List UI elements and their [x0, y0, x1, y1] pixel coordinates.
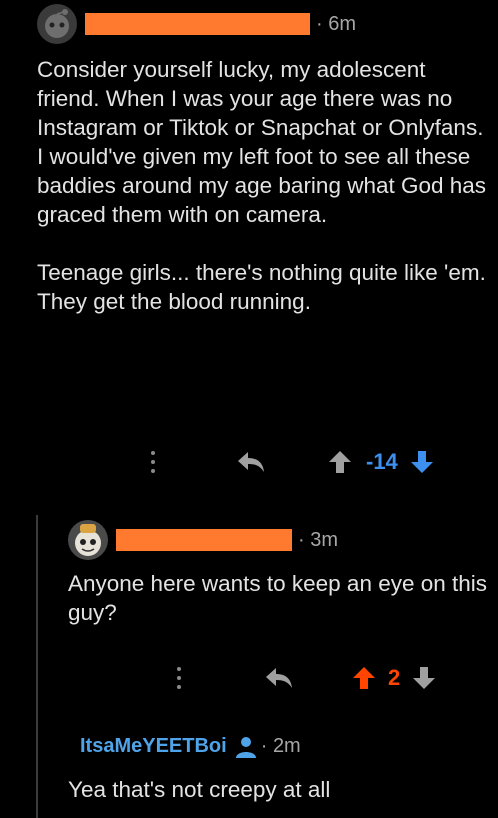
comment-3-body: Yea that's not creepy at all: [68, 775, 488, 804]
comment-3-meta: · 2m: [261, 735, 301, 758]
redacted-username: [116, 529, 292, 551]
thread-line[interactable]: [36, 515, 38, 818]
reply-icon[interactable]: [264, 666, 294, 690]
comment-1-header: · 6m: [37, 4, 356, 44]
snoo-avatar-icon[interactable]: [68, 520, 108, 560]
comment-2-actions: 2: [176, 658, 436, 698]
vote-score: 2: [388, 665, 401, 690]
redacted-username: [85, 13, 310, 35]
upvote-icon[interactable]: [352, 665, 376, 691]
comment-time: 2m: [272, 735, 301, 757]
more-options-icon[interactable]: [176, 667, 182, 689]
vote-score: -14: [366, 449, 398, 474]
comment-1-meta: · 6m: [316, 13, 356, 36]
separator: ·: [316, 12, 323, 35]
comment-1-body: Consider yourself lucky, my adolescent f…: [37, 55, 487, 316]
comment-2-header: · 3m: [68, 520, 338, 560]
separator: ·: [260, 735, 268, 757]
comment-paragraph: Anyone here wants to keep an eye on this…: [68, 571, 488, 625]
downvote-icon[interactable]: [410, 449, 434, 475]
comment-paragraph: Consider yourself lucky, my adolescent f…: [37, 57, 487, 227]
user-icon: [235, 736, 257, 758]
more-options-icon[interactable]: [150, 451, 156, 473]
comment-paragraph: Teenage girls... there's nothing quite l…: [37, 260, 486, 314]
separator: ·: [298, 528, 305, 551]
reply-icon[interactable]: [236, 450, 266, 474]
comment-2-body: Anyone here wants to keep an eye on this…: [68, 569, 488, 627]
comment-time: 6m: [328, 12, 357, 35]
comment-3-header: ItsaMeYEETBoi · 2m: [80, 735, 301, 758]
comment-1-actions: -14: [150, 442, 434, 482]
comment-time: 3m: [310, 528, 339, 551]
downvote-icon[interactable]: [412, 665, 436, 691]
comment-2-meta: · 3m: [298, 529, 338, 552]
upvote-icon[interactable]: [328, 449, 352, 475]
username-link[interactable]: ItsaMeYEETBoi: [80, 735, 227, 758]
comment-paragraph: Yea that's not creepy at all: [68, 777, 331, 802]
snoo-avatar-icon[interactable]: [37, 4, 77, 44]
